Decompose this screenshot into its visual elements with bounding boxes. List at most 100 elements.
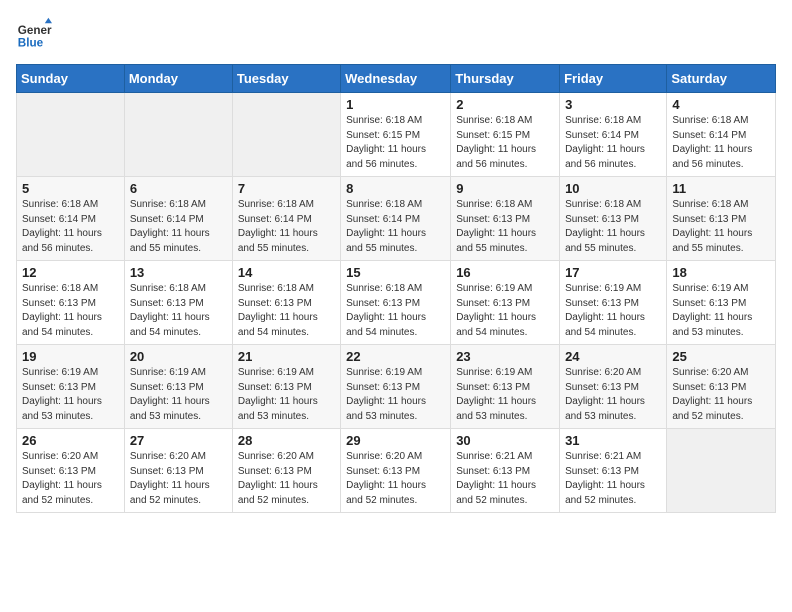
page-header: General Blue — [16, 16, 776, 52]
day-info: Sunrise: 6:20 AM Sunset: 6:13 PM Dayligh… — [672, 366, 770, 424]
calendar-cell: 24Sunrise: 6:20 AM Sunset: 6:13 PM Dayli… — [560, 345, 667, 429]
day-number: 29 — [346, 433, 445, 448]
day-info: Sunrise: 6:18 AM Sunset: 6:13 PM Dayligh… — [130, 282, 227, 340]
day-number: 24 — [565, 349, 661, 364]
day-number: 22 — [346, 349, 445, 364]
day-number: 11 — [672, 181, 770, 196]
day-info: Sunrise: 6:19 AM Sunset: 6:13 PM Dayligh… — [672, 282, 770, 340]
calendar-cell: 20 Sunrise: 6:19 AM Sunset: 6:13 PM Dayli… — [124, 345, 232, 429]
weekday-header-monday: Monday — [124, 65, 232, 93]
calendar-cell: 23 Sunrise: 6:19 AM Sunset: 6:13 PM Dayli… — [451, 345, 560, 429]
week-row-2: 5Sunrise: 6:18 AM Sunset: 6:14 PM Daylig… — [17, 177, 776, 261]
day-number: 28 — [238, 433, 335, 448]
calendar-cell: 5Sunrise: 6:18 AM Sunset: 6:14 PM Daylig… — [17, 177, 125, 261]
day-info: Sunrise: 6:21 AM Sunset: 6:13 PM Dayligh… — [456, 450, 554, 508]
day-number: 30 — [456, 433, 554, 448]
calendar-cell: 12 Sunrise: 6:18 AM Sunset: 6:13 PM Dayli… — [17, 261, 125, 345]
calendar-cell — [667, 429, 776, 513]
day-number: 8 — [346, 181, 445, 196]
calendar-cell: 27Sunrise: 6:20 AM Sunset: 6:13 PM Dayli… — [124, 429, 232, 513]
calendar-cell: 9Sunrise: 6:18 AM Sunset: 6:13 PM Daylig… — [451, 177, 560, 261]
day-number: 23 — [456, 349, 554, 364]
week-row-5: 26 Sunrise: 6:20 AM Sunset: 6:13 PM Dayli… — [17, 429, 776, 513]
day-info: Sunrise: 6:18 AM Sunset: 6:15 PM Dayligh… — [456, 114, 554, 172]
weekday-header-friday: Friday — [560, 65, 667, 93]
day-info: Sunrise: 6:18 AM Sunset: 6:13 PM Dayligh… — [22, 282, 119, 340]
day-info: Sunrise: 6:18 AM Sunset: 6:13 PM Dayligh… — [672, 198, 770, 256]
day-number: 7 — [238, 181, 335, 196]
calendar-cell: 17Sunrise: 6:19 AM Sunset: 6:13 PM Dayli… — [560, 261, 667, 345]
calendar-cell: 4 Sunrise: 6:18 AM Sunset: 6:14 PM Daylig… — [667, 93, 776, 177]
day-info: Sunrise: 6:19 AM Sunset: 6:13 PM Dayligh… — [238, 366, 335, 424]
day-number: 26 — [22, 433, 119, 448]
day-info: Sunrise: 6:19 AM Sunset: 6:13 PM Dayligh… — [456, 282, 554, 340]
day-info: Sunrise: 6:20 AM Sunset: 6:13 PM Dayligh… — [22, 450, 119, 508]
day-number: 19 — [22, 349, 119, 364]
calendar-cell: 13 Sunrise: 6:18 AM Sunset: 6:13 PM Dayli… — [124, 261, 232, 345]
calendar-cell: 22 Sunrise: 6:19 AM Sunset: 6:13 PM Dayli… — [341, 345, 451, 429]
calendar-cell: 19 Sunrise: 6:19 AM Sunset: 6:13 PM Dayli… — [17, 345, 125, 429]
day-info: Sunrise: 6:20 AM Sunset: 6:13 PM Dayligh… — [346, 450, 445, 508]
day-info: Sunrise: 6:18 AM Sunset: 6:14 PM Dayligh… — [22, 198, 119, 256]
weekday-header-wednesday: Wednesday — [341, 65, 451, 93]
calendar-cell: 31 Sunrise: 6:21 AM Sunset: 6:13 PM Dayli… — [560, 429, 667, 513]
day-number: 2 — [456, 97, 554, 112]
calendar-cell: 30 Sunrise: 6:21 AM Sunset: 6:13 PM Dayli… — [451, 429, 560, 513]
day-info: Sunrise: 6:20 AM Sunset: 6:13 PM Dayligh… — [238, 450, 335, 508]
calendar-cell: 8 Sunrise: 6:18 AM Sunset: 6:14 PM Daylig… — [341, 177, 451, 261]
day-number: 1 — [346, 97, 445, 112]
calendar-cell: 28 Sunrise: 6:20 AM Sunset: 6:13 PM Dayli… — [232, 429, 340, 513]
week-row-4: 19 Sunrise: 6:19 AM Sunset: 6:13 PM Dayli… — [17, 345, 776, 429]
day-number: 18 — [672, 265, 770, 280]
svg-text:General: General — [18, 24, 52, 37]
day-info: Sunrise: 6:18 AM Sunset: 6:13 PM Dayligh… — [238, 282, 335, 340]
calendar-cell: 14 Sunrise: 6:18 AM Sunset: 6:13 PM Dayli… — [232, 261, 340, 345]
calendar-cell: 16 Sunrise: 6:19 AM Sunset: 6:13 PM Dayli… — [451, 261, 560, 345]
day-number: 13 — [130, 265, 227, 280]
calendar-cell — [17, 93, 125, 177]
day-info: Sunrise: 6:19 AM Sunset: 6:13 PM Dayligh… — [130, 366, 227, 424]
logo-icon: General Blue — [16, 16, 52, 52]
day-number: 17 — [565, 265, 661, 280]
calendar-cell: 25 Sunrise: 6:20 AM Sunset: 6:13 PM Dayli… — [667, 345, 776, 429]
day-number: 15 — [346, 265, 445, 280]
svg-text:Blue: Blue — [18, 37, 44, 50]
day-info: Sunrise: 6:18 AM Sunset: 6:14 PM Dayligh… — [672, 114, 770, 172]
calendar-cell: 26 Sunrise: 6:20 AM Sunset: 6:13 PM Dayli… — [17, 429, 125, 513]
weekday-header-tuesday: Tuesday — [232, 65, 340, 93]
weekday-header-saturday: Saturday — [667, 65, 776, 93]
day-number: 4 — [672, 97, 770, 112]
week-row-3: 12 Sunrise: 6:18 AM Sunset: 6:13 PM Dayli… — [17, 261, 776, 345]
calendar-table: SundayMondayTuesdayWednesdayThursdayFrid… — [16, 64, 776, 513]
weekday-header-thursday: Thursday — [451, 65, 560, 93]
day-number: 21 — [238, 349, 335, 364]
calendar-cell: 7 Sunrise: 6:18 AM Sunset: 6:14 PM Daylig… — [232, 177, 340, 261]
day-number: 16 — [456, 265, 554, 280]
week-row-1: 1 Sunrise: 6:18 AM Sunset: 6:15 PM Daylig… — [17, 93, 776, 177]
calendar-cell: 15 Sunrise: 6:18 AM Sunset: 6:13 PM Dayli… — [341, 261, 451, 345]
day-number: 6 — [130, 181, 227, 196]
day-number: 14 — [238, 265, 335, 280]
day-number: 31 — [565, 433, 661, 448]
calendar-cell: 29 Sunrise: 6:20 AM Sunset: 6:13 PM Dayli… — [341, 429, 451, 513]
calendar-cell: 3 Sunrise: 6:18 AM Sunset: 6:14 PM Daylig… — [560, 93, 667, 177]
day-info: Sunrise: 6:18 AM Sunset: 6:13 PM Dayligh… — [346, 282, 445, 340]
day-info: Sunrise: 6:18 AM Sunset: 6:14 PM Dayligh… — [565, 114, 661, 172]
day-info: Sunrise: 6:19 AM Sunset: 6:13 PM Dayligh… — [22, 366, 119, 424]
day-info: Sunrise: 6:21 AM Sunset: 6:13 PM Dayligh… — [565, 450, 661, 508]
day-info: Sunrise: 6:19 AM Sunset: 6:13 PM Dayligh… — [346, 366, 445, 424]
calendar-cell: 21 Sunrise: 6:19 AM Sunset: 6:13 PM Dayli… — [232, 345, 340, 429]
calendar-cell: 2 Sunrise: 6:18 AM Sunset: 6:15 PM Daylig… — [451, 93, 560, 177]
day-number: 25 — [672, 349, 770, 364]
day-number: 20 — [130, 349, 227, 364]
day-info: Sunrise: 6:19 AM Sunset: 6:13 PM Dayligh… — [456, 366, 554, 424]
weekday-header-sunday: Sunday — [17, 65, 125, 93]
day-number: 12 — [22, 265, 119, 280]
day-info: Sunrise: 6:18 AM Sunset: 6:14 PM Dayligh… — [238, 198, 335, 256]
day-info: Sunrise: 6:20 AM Sunset: 6:13 PM Dayligh… — [130, 450, 227, 508]
calendar-cell: 11 Sunrise: 6:18 AM Sunset: 6:13 PM Dayli… — [667, 177, 776, 261]
day-info: Sunrise: 6:18 AM Sunset: 6:14 PM Dayligh… — [346, 198, 445, 256]
calendar-cell — [232, 93, 340, 177]
day-number: 3 — [565, 97, 661, 112]
calendar-cell: 10Sunrise: 6:18 AM Sunset: 6:13 PM Dayli… — [560, 177, 667, 261]
